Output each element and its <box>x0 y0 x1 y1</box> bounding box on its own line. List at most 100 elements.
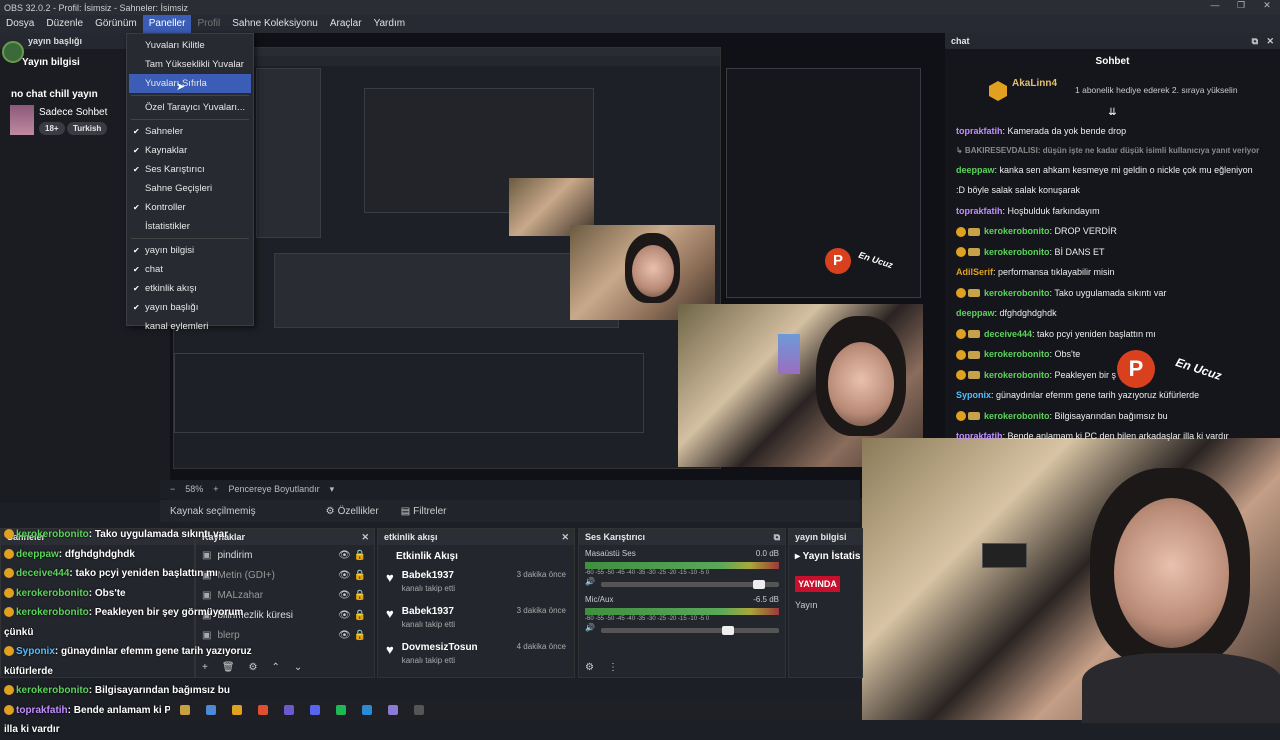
volume-slider-knob[interactable] <box>752 580 765 589</box>
visibility-lock-icons[interactable]: 👁 🔒 <box>338 610 366 621</box>
pinned-gift-banner[interactable]: AkaLinn4 1 abonelik hediye ederek 2. sır… <box>945 75 1280 107</box>
sub-badge-icon <box>956 226 966 237</box>
overlay-chat-line: Syponix: günaydınlar efemm gene tarih ya… <box>0 642 252 662</box>
taskbar-app-icon[interactable] <box>414 705 424 715</box>
volume-slider[interactable] <box>600 626 779 635</box>
close-icon[interactable]: ✕ <box>1266 33 1274 49</box>
menu-7[interactable]: Yardım <box>368 15 412 33</box>
filter-icon[interactable]: ▤ <box>401 506 410 517</box>
visibility-lock-icons[interactable]: 👁 🔒 <box>338 590 366 601</box>
zoom-out-button[interactable]: − <box>170 484 175 494</box>
speaker-icon[interactable]: 🔊 <box>585 623 595 632</box>
menu-item-g1-2[interactable]: Yuvaları Sıfırla <box>129 74 251 93</box>
menu-item-g2-5[interactable]: İstatistikler <box>127 217 253 236</box>
chat-username[interactable]: deeppaw <box>956 165 995 175</box>
tag-adult[interactable]: 18+ <box>39 122 65 135</box>
event-item: ♥ DovmesizTosun kanalı takip etti 4 dakika … <box>378 638 574 674</box>
chat-username[interactable]: deeppaw <box>956 308 995 318</box>
menu-item-g2-1[interactable]: ✔ Kaynaklar <box>127 141 253 160</box>
maximize-button[interactable]: ❐ <box>1228 0 1254 11</box>
volume-slider[interactable] <box>600 580 779 589</box>
chat-username[interactable]: kerokerobonito <box>984 411 1050 421</box>
chat-username[interactable]: toprakfatih <box>956 431 1003 441</box>
chevron-down-icon[interactable]: ▾ <box>330 484 335 495</box>
taskbar-app-icon[interactable] <box>206 705 216 715</box>
scroll-down-icon[interactable]: ⇊ <box>945 107 1280 121</box>
menu-item-g2-3[interactable]: Sahne Geçişleri <box>127 179 253 198</box>
menu-4[interactable]: Profil <box>191 15 226 33</box>
properties-button[interactable]: Özellikler <box>338 506 379 517</box>
menu-item-g3-2[interactable]: ✔ etkinlik akışı <box>127 279 253 298</box>
chat-message: AdilSerif: performansa tıklayabilir misi… <box>945 262 1280 283</box>
close-icon[interactable]: ✕ <box>361 529 369 545</box>
move-down-button[interactable]: ⌄ <box>294 662 302 673</box>
chat-username[interactable]: toprakfatih <box>956 206 1003 216</box>
menu-item-g3-4[interactable]: kanal eylemleri <box>127 317 253 336</box>
volume-slider-knob[interactable] <box>722 626 735 635</box>
taskbar-app-icon[interactable] <box>388 705 398 715</box>
visibility-lock-icons[interactable]: 👁 🔒 <box>338 630 366 641</box>
overlay-text: : Obs'te <box>88 587 126 599</box>
chat-username[interactable]: kerokerobonito <box>984 226 1050 236</box>
overlay-chat-line: çünkü <box>0 623 250 643</box>
gear-icon[interactable]: ⚙ <box>326 506 335 517</box>
menu-item-g2-4[interactable]: ✔ Kontroller <box>127 198 253 217</box>
popout-icon[interactable]: ⧉ <box>1252 33 1258 49</box>
popout-icon[interactable]: ⧉ <box>774 529 780 545</box>
menu-item-g3-1[interactable]: ✔ chat <box>127 260 253 279</box>
menu-item-g2-0[interactable]: ✔ Sahneler <box>127 122 253 141</box>
taskbar-app-icon[interactable] <box>362 705 372 715</box>
chat-username[interactable]: kerokerobonito <box>984 247 1050 257</box>
chat-message: :D böyle salak salak konuşarak <box>945 180 1280 201</box>
menu-item-g1-1[interactable]: Tam Yükseklikli Yuvalar <box>127 55 253 74</box>
taskbar-app-icon[interactable] <box>310 705 320 715</box>
chat-username[interactable]: ↳ BAKIRESEVDALISI: düşün işte ne kadar d… <box>956 146 1259 155</box>
visibility-lock-icons[interactable]: 👁 🔒 <box>338 550 366 561</box>
menu-item-g3-3[interactable]: ✔ yayın başlığı <box>127 298 253 317</box>
menu-3[interactable]: Paneller <box>142 15 192 33</box>
gear-icon[interactable]: ⚙ <box>585 662 594 673</box>
taskbar-app-icon[interactable] <box>258 705 268 715</box>
menu-item-label: İstatistikler <box>145 221 190 232</box>
taskbar-app-icon[interactable] <box>284 705 294 715</box>
mouse-cursor-icon: ➤ <box>176 81 186 93</box>
menu-6[interactable]: Araçlar <box>324 15 368 33</box>
menu-item-g1-3[interactable]: Özel Tarayıcı Yuvaları... <box>127 98 253 117</box>
chat-username[interactable]: kerokerobonito <box>984 370 1050 380</box>
visibility-lock-icons[interactable]: 👁 🔒 <box>338 570 366 581</box>
chat-message: kerokerobonito: Obs'te <box>945 344 1280 365</box>
menu-1[interactable]: Düzenle <box>40 15 89 33</box>
taskbar-app-icon[interactable] <box>336 705 346 715</box>
info-title: Yayın bilgisi <box>22 57 80 68</box>
taskbar-app-icon[interactable] <box>232 705 242 715</box>
menu-item-g3-0[interactable]: ✔ yayın bilgisi <box>127 241 253 260</box>
menu-2[interactable]: Görünüm <box>89 15 143 33</box>
category-name[interactable]: Sadece Sohbet <box>39 107 107 118</box>
chat-username[interactable]: Syponix <box>956 390 991 400</box>
move-up-button[interactable]: ⌃ <box>272 662 280 673</box>
menu-0[interactable]: Dosya <box>0 15 40 33</box>
fit-to-window-select[interactable]: Pencereye Boyutlandır <box>229 484 320 494</box>
close-button[interactable]: ✕ <box>1254 0 1280 11</box>
menu-item-g2-2[interactable]: ✔ Ses Karıştırıcı <box>127 160 253 179</box>
more-options-icon[interactable]: ⋮ <box>608 662 618 673</box>
chat-username[interactable]: kerokerobonito <box>984 288 1050 298</box>
chat-username[interactable]: toprakfatih <box>956 126 1003 136</box>
close-icon[interactable]: ✕ <box>561 529 569 545</box>
menu-5[interactable]: Sahne Koleksiyonu <box>226 15 324 33</box>
filters-button[interactable]: Filtreler <box>413 506 446 517</box>
tag-language[interactable]: Turkish <box>67 122 108 135</box>
heart-icon: ♥ <box>386 570 394 585</box>
menu-item-g1-0[interactable]: Yuvaları Kilitle <box>127 36 253 55</box>
minimize-button[interactable]: — <box>1202 0 1228 11</box>
chat-username[interactable]: AdilSerif <box>956 267 993 277</box>
zoom-in-button[interactable]: + <box>213 484 218 494</box>
watermark-logo-small: P <box>825 248 851 274</box>
chat-username[interactable]: deceive444 <box>984 329 1032 339</box>
menu-item-label: Özel Tarayıcı Yuvaları... <box>145 102 245 113</box>
gift-badge-icon <box>968 227 980 236</box>
chat-username[interactable]: kerokerobonito <box>984 349 1050 359</box>
speaker-icon[interactable]: 🔊 <box>585 577 595 586</box>
channel-db: -6.5 dB <box>753 595 779 604</box>
taskbar-app-icon[interactable] <box>180 705 190 715</box>
